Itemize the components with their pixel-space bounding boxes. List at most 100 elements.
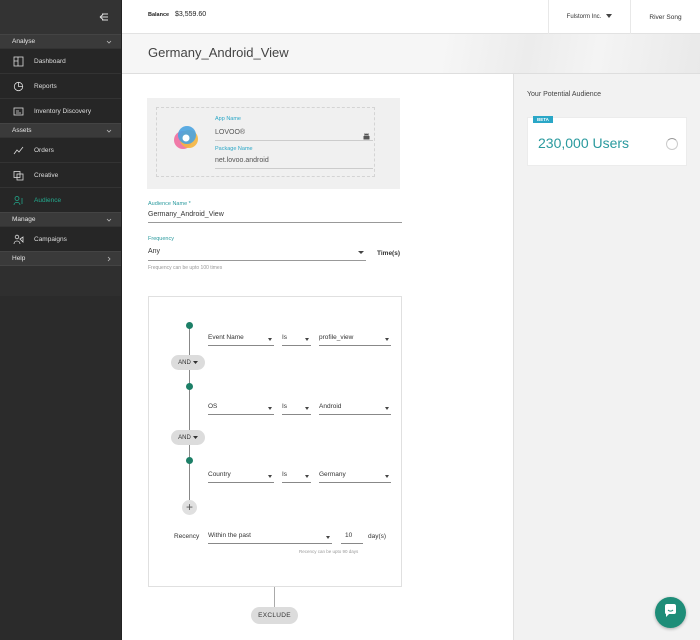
app-card: App Name LOVOO® Package Name net.lovoo.a… <box>147 98 400 189</box>
beta-badge: BETA <box>533 116 553 123</box>
sidebar-item-orders[interactable]: Orders <box>0 137 121 162</box>
sidebar-item-creative[interactable]: Creative <box>0 162 121 187</box>
exclude-button[interactable]: EXCLUDE <box>251 607 298 624</box>
sidebar-section-analyse[interactable]: Analyse <box>0 34 121 48</box>
chevron-right-icon <box>106 256 112 262</box>
pie-chart-icon <box>13 81 24 92</box>
rule-node <box>186 457 193 464</box>
sidebar-item-label: Reports <box>34 82 57 90</box>
chat-button[interactable] <box>655 597 686 628</box>
app-name-label: App Name <box>215 116 241 122</box>
sidebar-item-inventory-discovery[interactable]: Inventory Discovery <box>0 98 121 123</box>
chevron-down-icon <box>106 39 112 45</box>
panel-title: Your Potential Audience <box>527 91 602 98</box>
inventory-icon <box>13 106 24 117</box>
potential-audience-panel: Your Potential Audience BETA 230,000 Use… <box>513 74 700 640</box>
audience-name-underline <box>148 222 402 223</box>
sidebar-item-audience[interactable]: Audience <box>0 187 121 212</box>
add-condition-button[interactable]: + <box>182 500 197 515</box>
android-icon <box>362 128 371 140</box>
trend-line-icon <box>13 145 24 156</box>
campaign-icon <box>13 234 24 245</box>
recency-select[interactable]: Within the past <box>208 530 332 544</box>
sidebar-section-help[interactable]: Help <box>0 251 121 265</box>
sidebar-section-manage[interactable]: Manage <box>0 212 121 226</box>
and-label: AND <box>178 359 191 366</box>
sidebar-item-campaigns[interactable]: Campaigns <box>0 226 121 251</box>
recency-hint: Recency can be upto 90 days <box>299 549 359 554</box>
sidebar-footer <box>0 265 121 296</box>
recency-label: Recency <box>174 533 200 540</box>
page-title: Germany_Android_View <box>148 45 289 60</box>
collapse-sidebar-icon[interactable] <box>95 10 109 24</box>
package-name-label: Package Name <box>215 146 253 152</box>
rule-node <box>186 322 193 329</box>
sidebar-item-label: Creative <box>34 171 59 179</box>
condition-1-field-select[interactable]: Event Name <box>208 332 274 346</box>
frequency-select[interactable]: Any <box>148 248 160 255</box>
caret-down-icon[interactable] <box>358 251 364 254</box>
condition-1-operator-select[interactable]: Is <box>282 332 311 346</box>
and-button[interactable]: AND <box>171 430 205 445</box>
user-menu[interactable]: River Song <box>630 0 700 34</box>
recency-unit: day(s) <box>368 533 387 540</box>
sidebar: Analyse Dashboard Reports Inventory Disc… <box>0 0 122 640</box>
sidebar-section-label: Manage <box>12 216 36 223</box>
sidebar-item-label: Orders <box>34 146 54 154</box>
sidebar-item-dashboard[interactable]: Dashboard <box>0 48 121 73</box>
recency-number-input[interactable]: 10 <box>341 530 363 544</box>
app-name-value: LOVOO® <box>215 129 246 136</box>
chevron-down-icon <box>106 217 112 223</box>
condition-3-field-select[interactable]: Country <box>208 469 274 483</box>
chevron-down-icon <box>106 128 112 134</box>
creative-icon <box>13 170 24 181</box>
chat-icon <box>663 603 678 623</box>
dashboard-icon <box>13 56 24 67</box>
top-bar: Balance $3,559.60 Fulstorm Inc. River So… <box>122 0 700 34</box>
audience-name-input[interactable]: Germany_Android_View <box>148 211 224 218</box>
user-name: River Song <box>649 13 682 21</box>
audience-name-label: Audience Name * <box>148 201 191 207</box>
rule-connector-line <box>189 325 190 508</box>
frequency-hint: Frequency can be upto 100 times <box>148 265 223 271</box>
frequency-label: Frequency <box>148 236 174 242</box>
loading-spinner-icon <box>666 138 678 150</box>
package-name-underline <box>215 168 373 169</box>
package-name-value: net.lovoo.android <box>215 157 269 164</box>
times-label: Time(s) <box>377 250 400 257</box>
condition-1-value-select[interactable]: profile_view <box>319 332 391 346</box>
condition-2-field-select[interactable]: OS <box>208 401 274 415</box>
sidebar-section-label: Analyse <box>12 38 36 45</box>
caret-down-icon <box>606 14 613 20</box>
rule-node <box>186 383 193 390</box>
title-bar: Germany_Android_View <box>122 34 700 74</box>
audience-form: App Name LOVOO® Package Name net.lovoo.a… <box>122 74 513 640</box>
audience-icon <box>13 195 24 206</box>
condition-3-value-select[interactable]: Germany <box>319 469 391 483</box>
sidebar-item-label: Audience <box>34 196 62 204</box>
sidebar-item-label: Inventory Discovery <box>34 107 92 115</box>
caret-down-icon <box>192 360 198 366</box>
and-label: AND <box>178 434 191 441</box>
condition-2-operator-select[interactable]: Is <box>282 401 311 415</box>
audience-size-value: 230,000 Users <box>538 135 630 151</box>
sidebar-item-label: Dashboard <box>34 57 66 65</box>
sidebar-section-label: Help <box>12 255 26 262</box>
sidebar-item-label: Campaigns <box>34 235 67 243</box>
org-name: Fulstorm Inc. <box>566 14 602 20</box>
sidebar-section-assets[interactable]: Assets <box>0 123 121 137</box>
app-logo <box>174 126 198 149</box>
org-selector[interactable]: Fulstorm Inc. <box>548 0 630 34</box>
balance-label: Balance <box>148 12 170 18</box>
sidebar-item-reports[interactable]: Reports <box>0 73 121 98</box>
sidebar-section-label: Assets <box>12 127 32 134</box>
condition-3-operator-select[interactable]: Is <box>282 469 311 483</box>
condition-2-value-select[interactable]: Android <box>319 401 391 415</box>
rule-builder: Event Name Is profile_view AND OS Is And… <box>148 296 402 587</box>
frequency-underline <box>148 260 366 261</box>
caret-down-icon <box>192 435 198 441</box>
app-name-underline <box>215 140 373 141</box>
and-button[interactable]: AND <box>171 355 205 370</box>
balance-value: $3,559.60 <box>175 11 207 18</box>
exclude-connector-line <box>274 587 275 608</box>
